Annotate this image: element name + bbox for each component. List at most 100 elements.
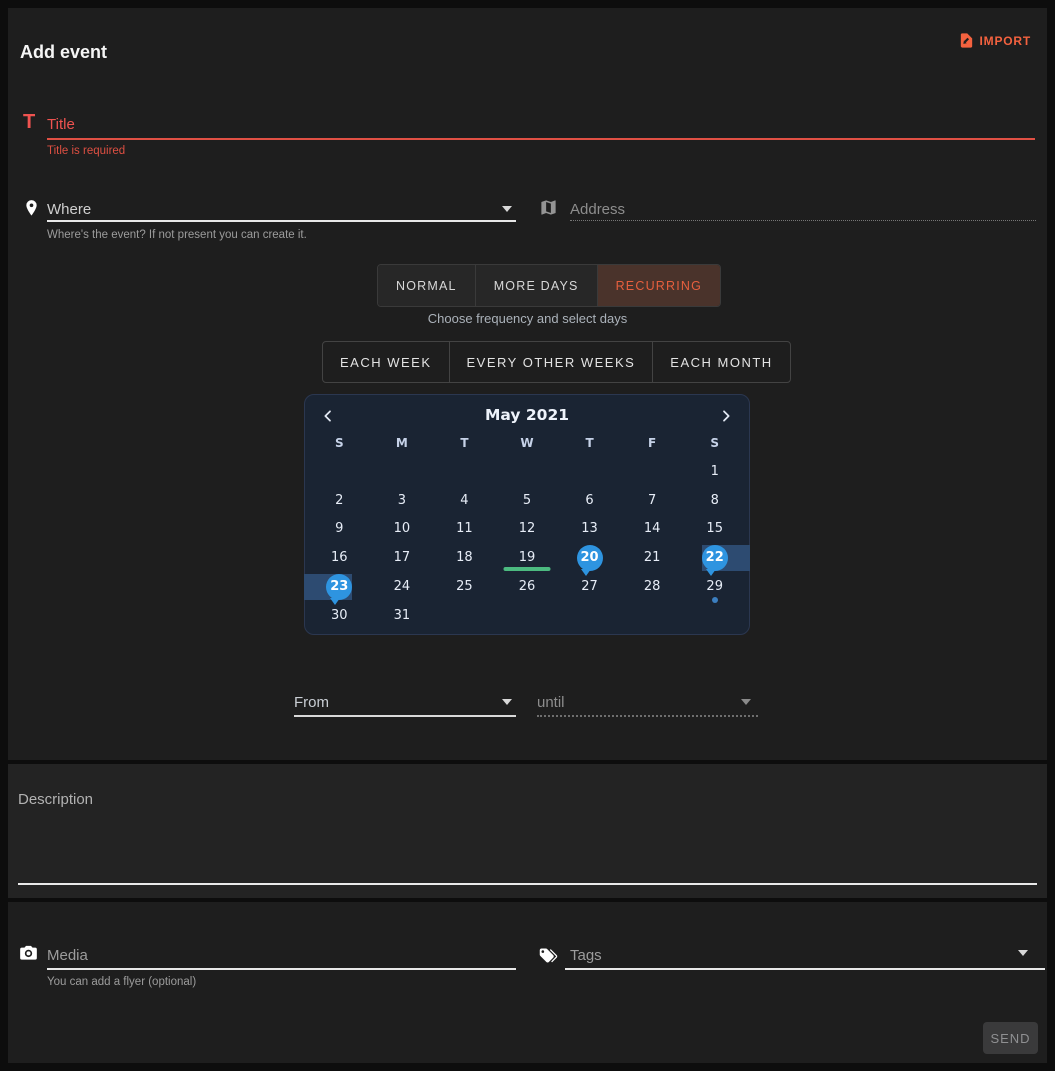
calendar-day-number: 23 xyxy=(326,574,352,600)
calendar-day-number: 21 xyxy=(639,545,665,571)
calendar-day[interactable]: 20 xyxy=(558,543,621,572)
calendar-day-number: 3 xyxy=(389,487,415,513)
calendar-day[interactable]: 9 xyxy=(308,515,371,544)
calendar-day[interactable]: 3 xyxy=(371,486,434,515)
calendar-day-number: 24 xyxy=(389,574,415,600)
calendar-day[interactable]: 7 xyxy=(621,486,684,515)
tags-select[interactable]: Tags xyxy=(570,947,602,964)
chevron-down-icon xyxy=(502,206,512,212)
map-icon xyxy=(539,198,558,217)
calendar-day-number: 27 xyxy=(577,574,603,600)
media-input[interactable]: Media xyxy=(47,947,88,964)
calendar-day-number: 29 xyxy=(702,574,728,600)
until-underline xyxy=(537,715,758,717)
frequency-each-week[interactable]: EACH WEEK xyxy=(323,342,449,382)
title-input[interactable]: Title xyxy=(47,116,75,133)
calendar-day[interactable]: 30 xyxy=(308,601,371,630)
calendar-day[interactable]: 14 xyxy=(621,515,684,544)
calendar: May 2021 SMTWTFS 12345678910111213141516… xyxy=(304,394,750,635)
until-time-select[interactable]: until xyxy=(537,694,565,711)
calendar-day-number xyxy=(514,602,540,628)
calendar-day[interactable]: 22 xyxy=(683,543,746,572)
import-button[interactable]: IMPORT xyxy=(958,32,1031,49)
calendar-day-empty xyxy=(496,601,559,630)
calendar-day-empty xyxy=(371,457,434,486)
calendar-day-number: 1 xyxy=(702,458,728,484)
from-time-select[interactable]: From xyxy=(294,694,329,711)
camera-icon xyxy=(18,943,39,963)
frequency-each-month[interactable]: EACH MONTH xyxy=(652,342,789,382)
calendar-day-number xyxy=(326,458,352,484)
media-tags-section: Media You can add a flyer (optional) Tag… xyxy=(8,902,1047,1063)
chevron-down-icon xyxy=(1018,950,1028,956)
weekday-row: SMTWTFS xyxy=(308,431,746,455)
calendar-day[interactable]: 1 xyxy=(683,457,746,486)
calendar-day-number: 16 xyxy=(326,545,352,571)
calendar-day-number: 19 xyxy=(514,545,540,571)
frequency-every-other-weeks[interactable]: EVERY OTHER WEEKS xyxy=(449,342,653,382)
address-input[interactable]: Address xyxy=(570,201,625,218)
description-textarea[interactable]: Description xyxy=(18,791,93,808)
calendar-day[interactable]: 18 xyxy=(433,543,496,572)
calendar-day[interactable]: 16 xyxy=(308,543,371,572)
calendar-day[interactable]: 26 xyxy=(496,572,559,601)
calendar-day[interactable]: 23 xyxy=(308,572,371,601)
calendar-day-number: 2 xyxy=(326,487,352,513)
calendar-day[interactable]: 10 xyxy=(371,515,434,544)
weekday-label: T xyxy=(558,431,621,455)
calendar-day[interactable]: 2 xyxy=(308,486,371,515)
calendar-day-number: 20 xyxy=(577,545,603,571)
calendar-day-number: 6 xyxy=(577,487,603,513)
calendar-day-number: 25 xyxy=(451,574,477,600)
calendar-day[interactable]: 5 xyxy=(496,486,559,515)
calendar-day-empty xyxy=(433,601,496,630)
calendar-day[interactable]: 29 xyxy=(683,572,746,601)
calendar-day-number: 9 xyxy=(326,516,352,542)
calendar-next-month-button[interactable] xyxy=(716,406,736,426)
calendar-day[interactable]: 6 xyxy=(558,486,621,515)
calendar-day-number: 26 xyxy=(514,574,540,600)
calendar-day[interactable]: 13 xyxy=(558,515,621,544)
frequency-hint: Choose frequency and select days xyxy=(8,311,1047,326)
tab-recurring[interactable]: RECURRING xyxy=(597,265,721,306)
calendar-day-number: 30 xyxy=(326,602,352,628)
chevron-down-icon xyxy=(502,699,512,705)
calendar-day[interactable]: 21 xyxy=(621,543,684,572)
calendar-month-label: May 2021 xyxy=(305,406,749,424)
calendar-day[interactable]: 8 xyxy=(683,486,746,515)
calendar-day-number xyxy=(577,602,603,628)
calendar-day[interactable]: 4 xyxy=(433,486,496,515)
calendar-day[interactable]: 15 xyxy=(683,515,746,544)
calendar-day-number: 7 xyxy=(639,487,665,513)
send-button[interactable]: SEND xyxy=(983,1022,1038,1054)
calendar-day-number xyxy=(702,602,728,628)
weekday-label: F xyxy=(621,431,684,455)
calendar-day-number xyxy=(451,602,477,628)
calendar-day[interactable]: 27 xyxy=(558,572,621,601)
calendar-day[interactable]: 25 xyxy=(433,572,496,601)
calendar-day[interactable]: 24 xyxy=(371,572,434,601)
calendar-day[interactable]: 12 xyxy=(496,515,559,544)
calendar-day-number: 4 xyxy=(451,487,477,513)
event-mode-tabs: NORMAL MORE DAYS RECURRING xyxy=(377,264,721,307)
calendar-day-number xyxy=(514,458,540,484)
calendar-day[interactable]: 17 xyxy=(371,543,434,572)
import-label: IMPORT xyxy=(980,34,1031,48)
calendar-day[interactable]: 11 xyxy=(433,515,496,544)
tab-more-days[interactable]: MORE DAYS xyxy=(475,265,597,306)
description-section: Description xyxy=(8,764,1047,898)
address-underline xyxy=(570,220,1036,221)
calendar-grid: 1234567891011121314151617181920212223242… xyxy=(308,457,746,630)
calendar-day-empty xyxy=(558,601,621,630)
where-select[interactable]: Where xyxy=(47,201,91,218)
chevron-right-icon xyxy=(718,408,734,424)
calendar-day[interactable]: 19 xyxy=(496,543,559,572)
calendar-day[interactable]: 28 xyxy=(621,572,684,601)
frequency-options: EACH WEEK EVERY OTHER WEEKS EACH MONTH xyxy=(322,341,791,383)
weekday-label: T xyxy=(433,431,496,455)
calendar-day-number: 5 xyxy=(514,487,540,513)
page-title: Add event xyxy=(20,42,107,63)
tab-normal[interactable]: NORMAL xyxy=(378,265,475,306)
calendar-day-empty xyxy=(496,457,559,486)
calendar-day[interactable]: 31 xyxy=(371,601,434,630)
